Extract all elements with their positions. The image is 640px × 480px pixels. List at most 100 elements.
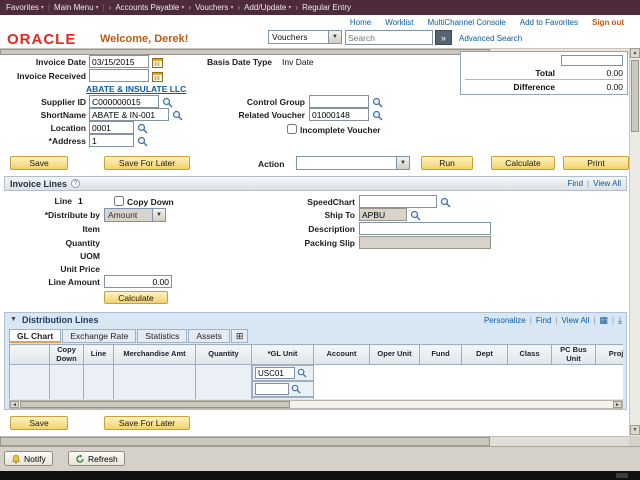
scroll-up-button[interactable]: ▲ [630, 48, 640, 58]
invoice-received-input[interactable] [89, 69, 149, 82]
save-button[interactable]: Save [10, 156, 68, 170]
column-gl-unit: *GL Unit [251, 344, 314, 366]
add-to-favorites-link[interactable]: Add to Favorites [520, 18, 578, 27]
refresh-button[interactable]: Refresh [68, 451, 125, 466]
scrollbar-thumb[interactable] [631, 60, 639, 132]
show-all-tabs-button[interactable]: ⊞ [230, 329, 249, 343]
caret-down-icon: ▾ [95, 5, 99, 11]
invoice-date-calendar-icon[interactable] [151, 56, 163, 68]
invoice-received-calendar-icon[interactable] [151, 70, 163, 82]
bottom-edge-segment [616, 473, 628, 478]
location-input[interactable] [89, 121, 134, 134]
related-voucher-label: Related Voucher [238, 110, 305, 120]
scrollbar-thumb[interactable] [0, 437, 490, 446]
invoice-date-input[interactable] [89, 55, 149, 68]
supplier-name-link[interactable]: ABATE & INSULATE LLC [86, 84, 186, 94]
sign-out-link[interactable]: Sign out [592, 18, 624, 27]
dropdown-arrow-icon: ▼ [328, 31, 341, 43]
save-for-later-button[interactable]: Save For Later [104, 156, 190, 170]
tab-assets[interactable]: Assets [188, 329, 230, 343]
ship-to-lookup-icon[interactable] [409, 209, 421, 221]
distribution-view-all-link[interactable]: View All [561, 316, 589, 325]
column-merchandise-amt: Merchandise Amt [113, 344, 196, 366]
tab-gl-chart[interactable]: GL Chart [9, 329, 62, 343]
home-link[interactable]: Home [350, 18, 371, 27]
download-icon[interactable]: ⤓ [618, 315, 622, 326]
description-input[interactable] [359, 222, 491, 235]
address-lookup-icon[interactable] [136, 135, 148, 147]
breadcrumb-accounts-payable[interactable]: Accounts Payable ▾ [115, 3, 184, 12]
shortname-lookup-icon[interactable] [171, 109, 183, 121]
ship-to-label: Ship To [324, 210, 355, 220]
gl-unit-lookup-icon[interactable] [296, 368, 307, 379]
column-oper-unit: Oper Unit [369, 344, 420, 366]
bottom-save-for-later-button[interactable]: Save For Later [104, 416, 190, 430]
invoice-lines-view-all-link[interactable]: View All [593, 179, 621, 188]
multichannel-console-link[interactable]: MultiChannel Console [427, 18, 505, 27]
supplier-id-lookup-icon[interactable] [161, 96, 173, 108]
scrollbar-thumb[interactable] [0, 49, 490, 55]
help-icon[interactable]: ? [71, 179, 81, 188]
line-amount-input[interactable] [104, 275, 172, 288]
tab-statistics[interactable]: Statistics [137, 329, 188, 343]
bottom-save-button[interactable]: Save [10, 416, 68, 430]
notify-button[interactable]: Notify [4, 451, 53, 466]
search-scope-select[interactable]: Vouchers ▼ [268, 30, 342, 44]
worklist-link[interactable]: Worklist [385, 18, 413, 27]
personalize-link[interactable]: Personalize [484, 316, 526, 325]
header-amount-input[interactable] [561, 55, 623, 66]
grid-popup-icon[interactable]: ▦ [599, 315, 608, 326]
scroll-right-button[interactable]: ► [613, 401, 622, 408]
invoice-lines-find-link[interactable]: Find [567, 179, 583, 188]
print-button[interactable]: Print [563, 156, 629, 170]
breadcrumb-regular-entry[interactable]: Regular Entry [302, 3, 351, 12]
line-calculate-button[interactable]: Calculate [104, 291, 168, 304]
action-select-value [297, 157, 396, 169]
speedchart-lookup-icon[interactable] [439, 196, 451, 208]
copy-down-checkbox[interactable] [114, 196, 124, 206]
collapse-triangle-icon[interactable]: ▼ [10, 316, 17, 323]
address-input[interactable] [89, 134, 134, 147]
gl-unit-input[interactable] [255, 367, 295, 380]
distribute-by-select: Amount ▼ [104, 208, 166, 222]
ship-to-input[interactable] [359, 208, 407, 221]
location-lookup-icon[interactable] [136, 122, 148, 134]
incomplete-voucher-checkbox[interactable] [287, 124, 297, 134]
breadcrumb-label: Favorites [6, 3, 39, 12]
action-select[interactable]: ▼ [296, 156, 410, 170]
column-project: Project [595, 344, 623, 366]
page-horizontal-scrollbar[interactable] [0, 436, 629, 446]
control-group-lookup-icon[interactable] [371, 96, 383, 108]
shortname-input[interactable] [89, 108, 169, 121]
bell-icon [11, 454, 21, 464]
description-label: Description [308, 224, 355, 234]
control-group-input[interactable] [309, 95, 369, 108]
breadcrumb-add-update[interactable]: Add/Update ▾ [244, 3, 291, 12]
tab-exchange-rate[interactable]: Exchange Rate [62, 329, 137, 343]
breadcrumb-main-menu[interactable]: Main Menu ▾ [54, 3, 99, 12]
grid-horizontal-scrollbar[interactable]: ◄ ► [9, 400, 623, 409]
account-lookup-icon[interactable] [290, 384, 301, 395]
scroll-left-button[interactable]: ◄ [10, 401, 19, 408]
breadcrumb-favorites[interactable]: Favorites ▾ [6, 3, 44, 12]
distribution-find-link[interactable]: Find [536, 316, 552, 325]
related-voucher-input[interactable] [309, 108, 369, 121]
search-submit-button[interactable]: » [435, 30, 452, 45]
search-input[interactable] [345, 30, 433, 45]
speedchart-input[interactable] [359, 195, 437, 208]
separator: | [593, 316, 596, 325]
advanced-search-link[interactable]: Advanced Search [459, 34, 522, 43]
breadcrumb-vouchers[interactable]: Vouchers ▾ [195, 3, 233, 12]
location-label: Location [50, 123, 86, 133]
scroll-down-button[interactable]: ▼ [630, 425, 640, 435]
scrollbar-thumb[interactable] [20, 401, 290, 408]
quantity-label: Quantity [65, 238, 100, 248]
supplier-id-input[interactable] [89, 95, 159, 108]
difference-label: Difference [513, 81, 555, 92]
related-voucher-lookup-icon[interactable] [371, 109, 383, 121]
dropdown-arrow-icon: ▼ [152, 209, 165, 221]
account-input[interactable] [255, 383, 289, 396]
calculate-button[interactable]: Calculate [491, 156, 555, 170]
run-button[interactable]: Run [421, 156, 473, 170]
vertical-scrollbar[interactable]: ▲ ▼ [629, 48, 640, 436]
